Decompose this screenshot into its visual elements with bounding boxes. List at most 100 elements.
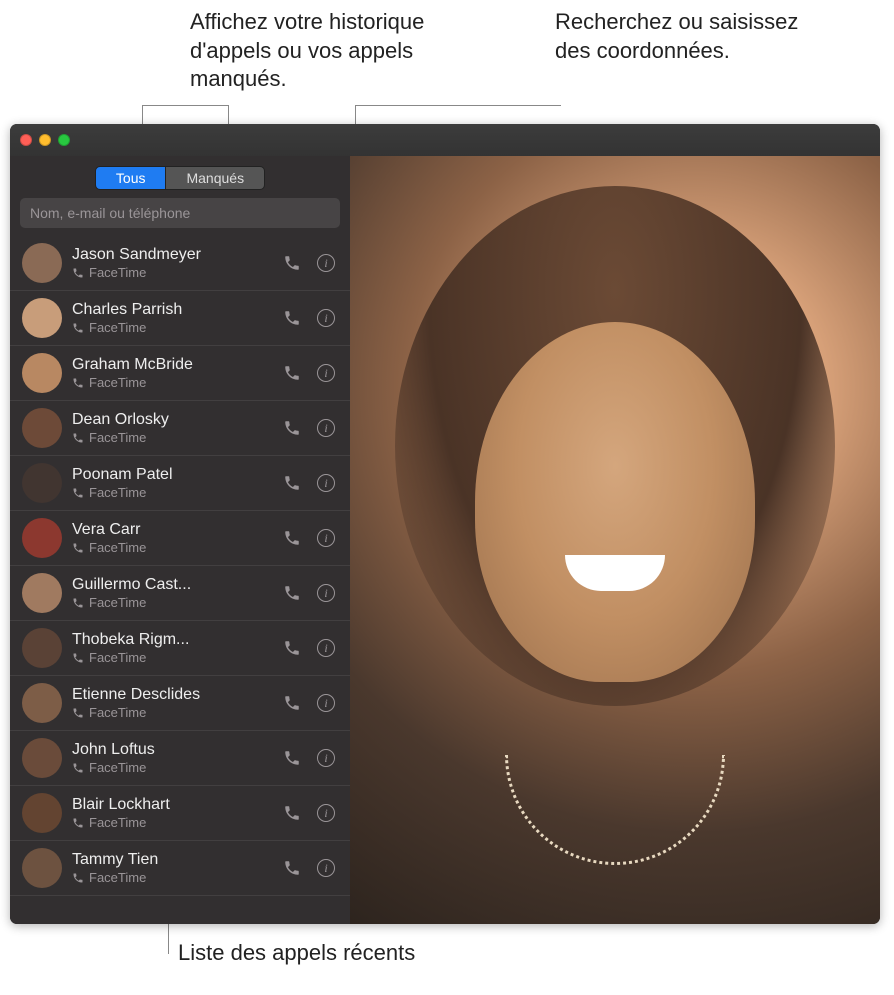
call-row[interactable]: Poonam PatelFaceTime i <box>10 456 350 511</box>
info-icon: i <box>317 639 335 657</box>
recent-calls-list[interactable]: Jason SandmeyerFaceTimeiCharles ParrishF… <box>10 236 350 924</box>
info-button[interactable]: i <box>314 361 338 385</box>
contact-name: Blair Lockhart <box>72 796 270 814</box>
info-button[interactable]: i <box>314 306 338 330</box>
call-row-actions: i <box>280 251 338 275</box>
phone-icon <box>72 542 84 554</box>
call-type-label: FaceTime <box>72 320 270 335</box>
close-window-button[interactable] <box>20 134 32 146</box>
phone-icon <box>72 817 84 829</box>
call-row[interactable]: Charles ParrishFaceTime i <box>10 291 350 346</box>
call-row[interactable]: John LoftusFaceTimei <box>10 731 350 786</box>
avatar <box>22 573 62 613</box>
fullscreen-window-button[interactable] <box>58 134 70 146</box>
info-button[interactable]: i <box>314 251 338 275</box>
call-button[interactable] <box>280 801 304 825</box>
call-button[interactable] <box>280 471 304 495</box>
call-row-actions: i <box>280 416 338 440</box>
info-button[interactable]: i <box>314 636 338 660</box>
contact-name: Jason Sandmeyer <box>72 246 270 264</box>
info-button[interactable]: i <box>314 581 338 605</box>
info-icon: i <box>317 859 335 877</box>
phone-icon <box>72 267 84 279</box>
call-button[interactable] <box>280 361 304 385</box>
call-row[interactable]: Tammy TienFaceTime i <box>10 841 350 896</box>
avatar <box>22 848 62 888</box>
call-type-text: FaceTime <box>89 705 146 720</box>
callout-line <box>142 105 228 106</box>
callout-line <box>355 105 560 106</box>
callout-history: Affichez votre historique d'appels ou vo… <box>190 8 470 94</box>
tab-missed-calls[interactable]: Manqués <box>166 166 265 190</box>
avatar <box>22 408 62 448</box>
info-button[interactable]: i <box>314 416 338 440</box>
callout-line <box>560 105 561 106</box>
call-button[interactable] <box>280 416 304 440</box>
search-input[interactable] <box>20 198 340 228</box>
contact-name: John Loftus <box>72 741 270 759</box>
avatar <box>22 793 62 833</box>
window-body: Tous Manqués Jason SandmeyerFaceTimeiCha… <box>10 156 880 924</box>
avatar <box>22 298 62 338</box>
call-type-text: FaceTime <box>89 540 146 555</box>
call-row-text: Etienne DesclidesFaceTime <box>72 686 270 720</box>
info-icon: i <box>317 254 335 272</box>
info-icon: i <box>317 749 335 767</box>
call-row-actions: i <box>280 306 338 330</box>
info-icon: i <box>317 309 335 327</box>
call-type-label: FaceTime <box>72 485 270 500</box>
call-button[interactable] <box>280 691 304 715</box>
call-row[interactable]: Thobeka Rigm...FaceTime i <box>10 621 350 676</box>
video-preview-content <box>475 322 755 682</box>
call-button[interactable] <box>280 581 304 605</box>
avatar <box>22 518 62 558</box>
info-button[interactable]: i <box>314 691 338 715</box>
call-row[interactable]: Jason SandmeyerFaceTimei <box>10 236 350 291</box>
phone-icon <box>72 597 84 609</box>
contact-name: Tammy Tien <box>72 851 270 869</box>
call-type-text: FaceTime <box>89 595 146 610</box>
info-icon: i <box>317 529 335 547</box>
call-row[interactable]: Blair LockhartFaceTimei <box>10 786 350 841</box>
avatar <box>22 243 62 283</box>
call-row-actions: i <box>280 471 338 495</box>
call-button[interactable] <box>280 526 304 550</box>
info-icon: i <box>317 474 335 492</box>
phone-icon <box>72 707 84 719</box>
call-row[interactable]: Graham McBrideFaceTimei <box>10 346 350 401</box>
minimize-window-button[interactable] <box>39 134 51 146</box>
info-button[interactable]: i <box>314 746 338 770</box>
call-button[interactable] <box>280 746 304 770</box>
call-row-text: Poonam PatelFaceTime <box>72 466 270 500</box>
tab-all-calls[interactable]: Tous <box>95 166 167 190</box>
call-row[interactable]: Dean OrloskyFaceTimei <box>10 401 350 456</box>
call-type-label: FaceTime <box>72 430 270 445</box>
video-preview <box>350 156 880 924</box>
call-row-text: Charles ParrishFaceTime <box>72 301 270 335</box>
call-button[interactable] <box>280 856 304 880</box>
call-type-label: FaceTime <box>72 375 270 390</box>
call-row[interactable]: Vera CarrFaceTime i <box>10 511 350 566</box>
video-preview-content <box>505 755 725 865</box>
call-row[interactable]: Etienne DesclidesFaceTime i <box>10 676 350 731</box>
call-button[interactable] <box>280 306 304 330</box>
call-row-actions: i <box>280 581 338 605</box>
info-icon: i <box>317 804 335 822</box>
search-wrap <box>10 198 350 236</box>
call-row-text: Vera CarrFaceTime <box>72 521 270 555</box>
call-button[interactable] <box>280 636 304 660</box>
phone-icon <box>72 487 84 499</box>
info-button[interactable]: i <box>314 471 338 495</box>
info-button[interactable]: i <box>314 801 338 825</box>
contact-name: Thobeka Rigm... <box>72 631 270 649</box>
call-row-text: Tammy TienFaceTime <box>72 851 270 885</box>
call-button[interactable] <box>280 251 304 275</box>
phone-icon <box>72 377 84 389</box>
info-button[interactable]: i <box>314 856 338 880</box>
call-type-text: FaceTime <box>89 320 146 335</box>
info-button[interactable]: i <box>314 526 338 550</box>
call-type-text: FaceTime <box>89 650 146 665</box>
call-row[interactable]: Guillermo Cast...FaceTimei <box>10 566 350 621</box>
contact-name: Charles Parrish <box>72 301 270 319</box>
facetime-window: Tous Manqués Jason SandmeyerFaceTimeiCha… <box>10 124 880 924</box>
